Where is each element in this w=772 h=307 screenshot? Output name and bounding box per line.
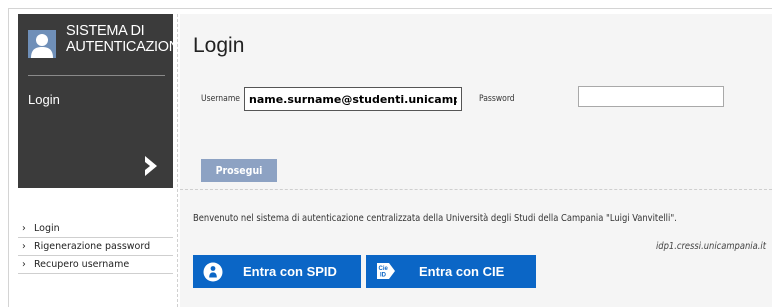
sidebar-item-username-recovery[interactable]: › Recupero username [18,256,173,274]
app-title: SISTEMA DI AUTENTICAZIONE [66,23,189,55]
info-panel: Benvenuto nel sistema di autenticazione … [180,190,772,307]
sidebar-item-label: Login [34,223,60,234]
section-title: Login [28,92,60,107]
password-input[interactable] [578,86,724,107]
sidebar-item-password-reset[interactable]: › Rigenerazione password [18,238,173,256]
prosegui-button[interactable]: Prosegui [201,159,277,182]
chevron-right-icon: › [22,241,26,252]
vertical-separator [177,14,178,307]
login-panel: Login Username Password Prosegui [180,14,772,190]
host-name: idp1.cressi.unicampania.it [655,241,766,252]
app-title-line2: AUTENTICAZIONE [66,39,189,55]
chevron-right-icon [145,156,157,176]
chevron-right-icon: › [22,223,26,234]
app-title-line1: SISTEMA DI [66,23,145,39]
welcome-text: Benvenuto nel sistema di autenticazione … [193,213,677,224]
brand-divider [28,75,165,76]
password-label: Password [479,94,515,104]
spid-login-button[interactable]: Entra con SPID [193,255,361,288]
page-title: Login [193,34,245,57]
sidebar-item-label: Recupero username [34,259,130,270]
cie-icon-text-2: ID [380,273,387,279]
username-input[interactable] [244,87,462,111]
spid-icon [203,262,223,282]
sidebar-item-login[interactable]: › Login [18,220,173,238]
user-icon [28,30,56,58]
cie-button-label: Entra con CIE [419,264,505,279]
spid-button-label: Entra con SPID [243,264,337,279]
sidebar-item-label: Rigenerazione password [34,241,151,252]
username-label: Username [201,94,240,104]
sidebar-nav: › Login › Rigenerazione password › Recupero… [18,220,173,274]
cie-login-button[interactable]: Cie ID Entra con CIE [366,255,536,288]
chevron-right-icon: › [22,259,26,270]
cie-icon-text-1: Cie [379,266,389,272]
brand-panel: SISTEMA DI AUTENTICAZIONE Login [18,14,189,188]
cie-id-icon: Cie ID [377,263,395,279]
